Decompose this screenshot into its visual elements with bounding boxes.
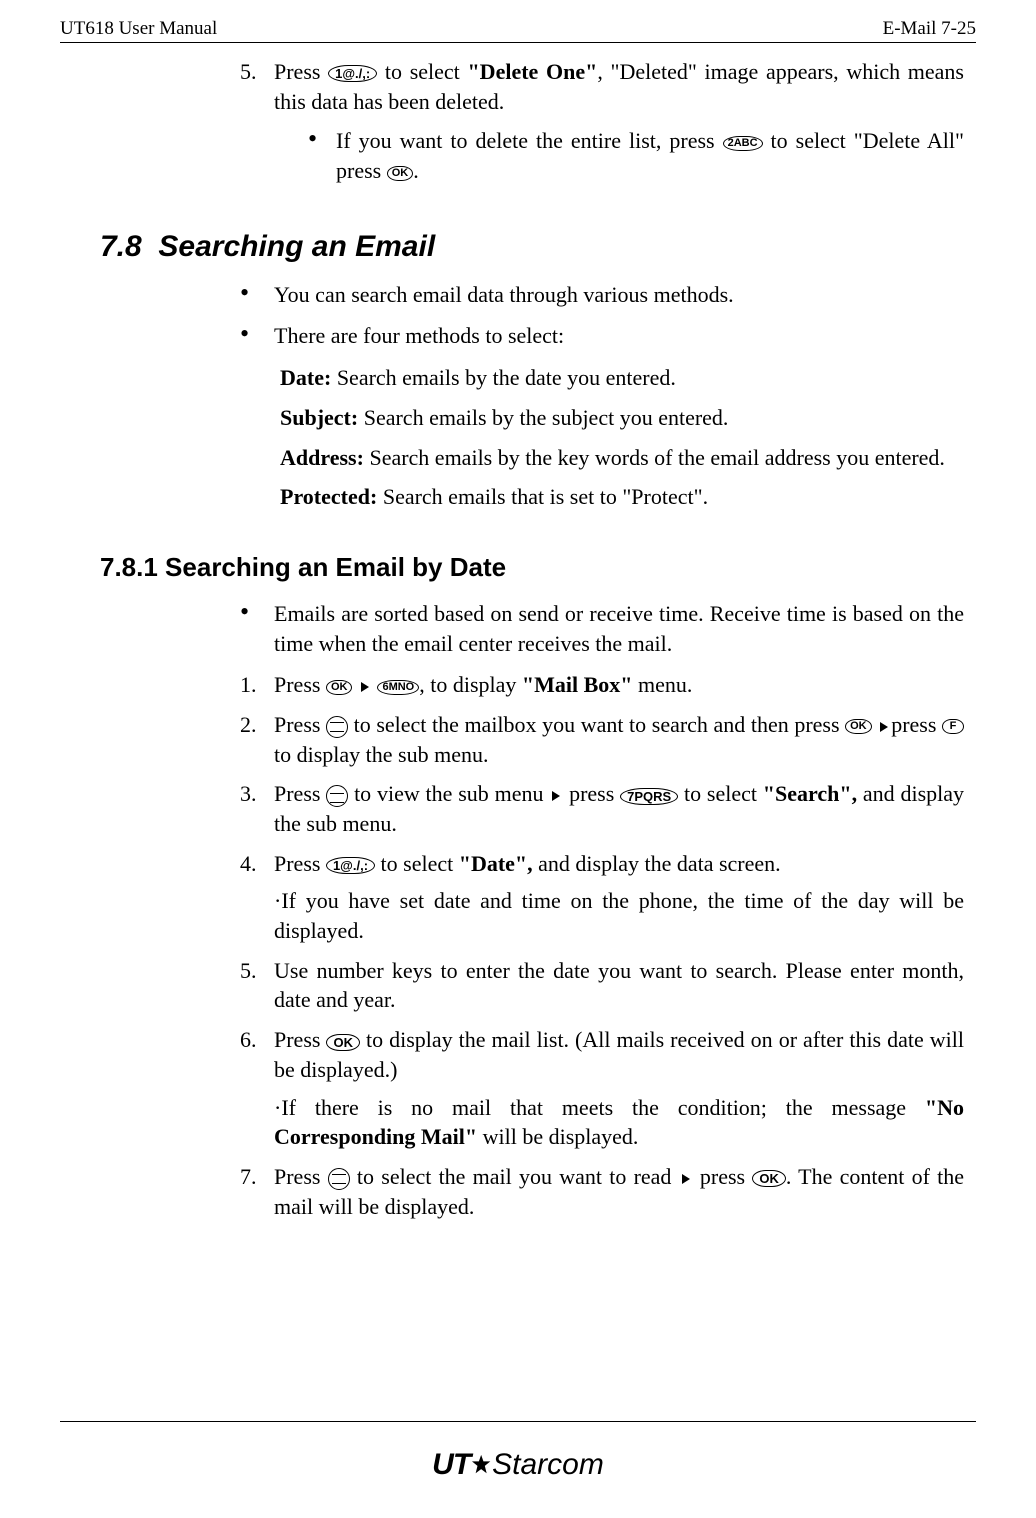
step-note: ·If you have set date and time on the ph… xyxy=(274,886,964,945)
nav-key-icon xyxy=(326,716,348,738)
bullet-icon: • xyxy=(240,321,274,351)
arrow-right-icon xyxy=(361,682,369,692)
method-address: Address: Search emails by the key words … xyxy=(240,443,964,473)
list-item: 3. Press to view the sub menu press 7PQR… xyxy=(240,779,964,838)
section-heading-7-8: 7.8 Searching an Email xyxy=(60,230,976,264)
list-item: 4. Press 1@./,: to select "Date", and di… xyxy=(240,849,964,946)
list-item: 1. Press OK 6MNO, to display "Mail Box" … xyxy=(240,670,964,700)
arrow-right-icon xyxy=(552,791,560,801)
key-1-icon: 1@./,: xyxy=(328,65,377,82)
key-6-icon: 6MNO xyxy=(377,680,419,695)
header-right: E-Mail 7-25 xyxy=(883,18,976,40)
key-f-icon: F xyxy=(942,719,964,734)
key-ok-icon: OK xyxy=(326,680,353,695)
nav-key-icon xyxy=(326,785,348,807)
key-ok-icon: OK xyxy=(326,1034,360,1051)
list-item: 7. Press to select the mail you want to … xyxy=(240,1162,964,1221)
method-protected: Protected: Search emails that is set to … xyxy=(240,482,964,512)
key-ok-icon: OK xyxy=(387,166,414,181)
footer-divider xyxy=(60,1421,976,1422)
arrow-right-icon xyxy=(682,1174,690,1184)
method-date: Date: Search emails by the date you ente… xyxy=(240,363,964,393)
brand-logo: UTStarcom xyxy=(432,1448,604,1482)
bullet-icon: • xyxy=(240,599,274,658)
bullet-item: • You can search email data through vari… xyxy=(240,280,964,310)
list-item: 6. Press OK to display the mail list. (A… xyxy=(240,1025,964,1152)
page-header: UT618 User Manual E-Mail 7-25 xyxy=(60,18,976,43)
key-ok-icon: OK xyxy=(752,1170,786,1187)
bullet-item: • There are four methods to select: xyxy=(240,321,964,351)
list-item: 5. Use number keys to enter the date you… xyxy=(240,956,964,1015)
key-2-icon: 2ABC xyxy=(723,136,763,151)
key-1-icon: 1@./,: xyxy=(326,857,375,874)
list-item: 5. Press 1@./,: to select "Delete One", … xyxy=(240,57,964,186)
list-body: Press 1@./,: to select "Delete One", "De… xyxy=(274,57,964,186)
arrow-right-icon xyxy=(880,722,888,732)
star-icon xyxy=(470,1454,492,1476)
header-left: UT618 User Manual xyxy=(60,18,217,40)
list-item: 2. Press to select the mailbox you want … xyxy=(240,710,964,769)
method-subject: Subject: Search emails by the subject yo… xyxy=(240,403,964,433)
bullet-item: • Emails are sorted based on send or rec… xyxy=(240,599,964,658)
nav-key-icon xyxy=(328,1168,350,1190)
sub-bullet: • If you want to delete the entire list,… xyxy=(274,126,964,185)
list-num: 5. xyxy=(240,57,274,186)
bullet-icon: • xyxy=(240,280,274,310)
subsection-heading-7-8-1: 7.8.1 Searching an Email by Date xyxy=(60,552,976,583)
step-note: ·If there is no mail that meets the cond… xyxy=(274,1093,964,1152)
key-7-icon: 7PQRS xyxy=(620,788,678,805)
bullet-icon: • xyxy=(308,126,336,185)
key-ok-icon: OK xyxy=(845,719,872,734)
